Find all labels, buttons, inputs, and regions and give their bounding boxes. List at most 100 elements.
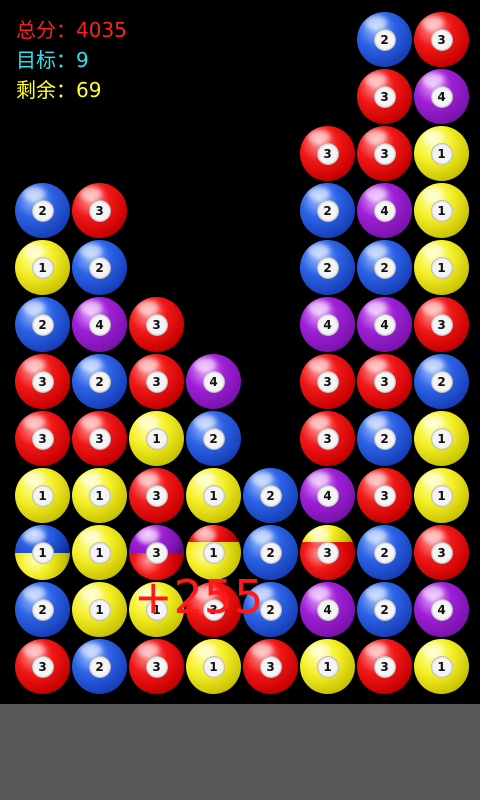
ball-2[interactable]: 2	[15, 297, 70, 352]
ball-4[interactable]: 4	[300, 297, 355, 352]
ball-number-2: 2	[373, 427, 396, 450]
ball-3[interactable]: 3	[129, 468, 184, 523]
ball-number-2: 2	[202, 427, 225, 450]
ball-2[interactable]: 2	[357, 525, 412, 580]
ball-3[interactable]: 3	[300, 354, 355, 409]
ball-number-3: 3	[316, 541, 339, 564]
ball-number-3: 3	[31, 655, 54, 678]
ball-1[interactable]: 1	[414, 411, 469, 466]
ball-4[interactable]: 4	[414, 69, 469, 124]
ball-2[interactable]: 2	[15, 183, 70, 238]
ball-2[interactable]: 2	[72, 240, 127, 295]
ball-3[interactable]: 3	[15, 411, 70, 466]
ball-1[interactable]: 1	[186, 468, 241, 523]
ball-3[interactable]: 3	[357, 126, 412, 181]
ball-number-3: 3	[373, 370, 396, 393]
ball-3[interactable]: 3	[414, 12, 469, 67]
ball-3[interactable]: 3	[300, 126, 355, 181]
ball-4[interactable]: 4	[72, 297, 127, 352]
ball-2[interactable]: 2	[186, 411, 241, 466]
ball-number-3: 3	[88, 427, 111, 450]
ball-2[interactable]: 2	[357, 582, 412, 637]
ball-2[interactable]: 2	[300, 240, 355, 295]
ball-2[interactable]: 2	[300, 183, 355, 238]
ball-1[interactable]: 1	[129, 411, 184, 466]
ball-3[interactable]: 3	[300, 411, 355, 466]
ball-number-1: 1	[88, 598, 111, 621]
ball-2[interactable]: 2	[357, 12, 412, 67]
ball-3[interactable]: 3	[129, 639, 184, 694]
ball-2[interactable]: 2	[15, 582, 70, 637]
ball-3[interactable]: 3	[72, 411, 127, 466]
ball-1[interactable]: 1	[72, 582, 127, 637]
ball-number-3: 3	[316, 370, 339, 393]
ball-number-1: 1	[430, 655, 453, 678]
ball-4[interactable]: 4	[357, 183, 412, 238]
ball-3[interactable]: 3	[129, 297, 184, 352]
ball-1[interactable]: 1	[72, 468, 127, 523]
ball-number-4: 4	[316, 484, 339, 507]
ball-number-1: 1	[88, 541, 111, 564]
ball-2[interactable]: 2	[72, 354, 127, 409]
ball-number-1: 1	[31, 484, 54, 507]
ball-number-1: 1	[430, 484, 453, 507]
ball-number-1: 1	[31, 256, 54, 279]
ball-number-4: 4	[316, 313, 339, 336]
ball-top-half	[186, 525, 241, 542]
ball-4[interactable]: 4	[357, 297, 412, 352]
ball-1[interactable]: 1	[300, 639, 355, 694]
ball-1[interactable]: 1	[414, 240, 469, 295]
ball-number-2: 2	[316, 256, 339, 279]
ball-number-3: 3	[31, 370, 54, 393]
ball-3[interactable]: 3	[414, 297, 469, 352]
ball-number-2: 2	[430, 370, 453, 393]
ball-2[interactable]: 2	[72, 639, 127, 694]
ball-number-1: 1	[316, 655, 339, 678]
ball-number-4: 4	[88, 313, 111, 336]
ball-number-1: 1	[430, 199, 453, 222]
ball-number-1: 1	[31, 541, 54, 564]
ball-4[interactable]: 4	[300, 468, 355, 523]
ball-number-3: 3	[259, 655, 282, 678]
ball-3[interactable]: 3	[243, 639, 298, 694]
ball-number-4: 4	[373, 313, 396, 336]
ball-1[interactable]: 1	[72, 525, 127, 580]
ball-number-4: 4	[373, 199, 396, 222]
ball-number-1: 1	[88, 484, 111, 507]
ball-number-4: 4	[430, 598, 453, 621]
ball-number-3: 3	[145, 541, 168, 564]
ball-4[interactable]: 4	[414, 582, 469, 637]
ball-4[interactable]: 4	[186, 354, 241, 409]
ball-3[interactable]: 3	[129, 354, 184, 409]
ball-4[interactable]: 4	[300, 582, 355, 637]
ball-1[interactable]: 1	[414, 468, 469, 523]
ball-1[interactable]: 1	[186, 639, 241, 694]
ball-3[interactable]: 3	[357, 468, 412, 523]
ball-3[interactable]: 3	[357, 639, 412, 694]
ball-2[interactable]: 2	[243, 468, 298, 523]
ball-number-2: 2	[373, 598, 396, 621]
ball-1[interactable]: 1	[414, 639, 469, 694]
ball-number-3: 3	[430, 541, 453, 564]
ball-number-3: 3	[88, 199, 111, 222]
ball-3[interactable]: 3	[414, 525, 469, 580]
ball-number-4: 4	[202, 370, 225, 393]
ball-3[interactable]: 3	[72, 183, 127, 238]
ball-3[interactable]: 3	[15, 354, 70, 409]
ball-3[interactable]: 3	[357, 354, 412, 409]
ball-1[interactable]: 1	[414, 126, 469, 181]
ball-cell-transition[interactable]: 3	[300, 525, 355, 580]
ball-2[interactable]: 2	[357, 240, 412, 295]
ball-3[interactable]: 3	[357, 69, 412, 124]
ball-number-3: 3	[145, 370, 168, 393]
ball-1[interactable]: 1	[15, 240, 70, 295]
ball-cell-transition[interactable]: 1	[15, 525, 70, 580]
ball-3[interactable]: 3	[15, 639, 70, 694]
ball-number-3: 3	[316, 427, 339, 450]
ball-number-2: 2	[373, 256, 396, 279]
ball-1[interactable]: 1	[414, 183, 469, 238]
ball-1[interactable]: 1	[15, 468, 70, 523]
ball-number-3: 3	[373, 142, 396, 165]
ball-2[interactable]: 2	[357, 411, 412, 466]
ball-2[interactable]: 2	[414, 354, 469, 409]
